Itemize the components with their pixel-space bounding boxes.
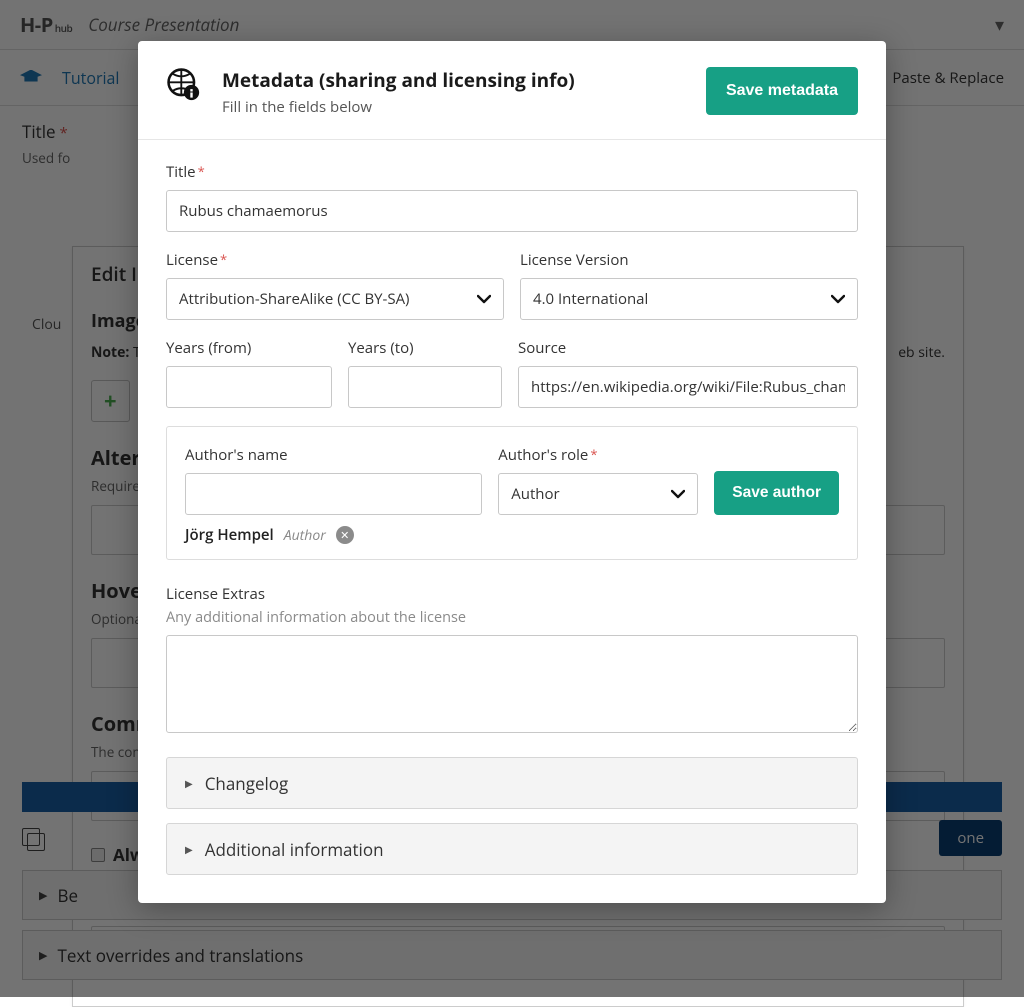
metadata-modal: Metadata (sharing and licensing info) Fi… [138, 41, 886, 903]
title-label-text: Title [166, 162, 196, 182]
author-role-select[interactable]: Author [498, 473, 698, 515]
chevron-down-icon [477, 294, 491, 304]
modal-header: Metadata (sharing and licensing info) Fi… [138, 41, 886, 140]
license-extras-hint: Any additional information about the lic… [166, 608, 858, 627]
author-chip-role: Author [284, 526, 326, 545]
additional-info-label: Additional information [205, 838, 384, 861]
license-label-text: License [166, 250, 218, 270]
source-label: Source [518, 338, 858, 358]
license-version-select[interactable]: 4.0 International [520, 278, 858, 320]
additional-info-accordion[interactable]: ▶ Additional information [166, 823, 858, 875]
author-name-label: Author's name [185, 445, 482, 465]
required-asterisk: * [590, 445, 597, 463]
modal-subtitle: Fill in the fields below [222, 97, 575, 117]
chevron-down-icon [671, 489, 685, 499]
author-chip-name: Jörg Hempel [185, 525, 274, 545]
modal-body: Title* License* Attribution-ShareAlike (… [138, 140, 886, 875]
license-label: License* [166, 250, 504, 270]
chevron-down-icon [831, 294, 845, 304]
metadata-title-input[interactable] [166, 190, 858, 232]
globe-info-icon [166, 67, 200, 101]
license-version-label: License Version [520, 250, 858, 270]
modal-title: Metadata (sharing and licensing info) [222, 67, 575, 93]
source-input[interactable] [518, 366, 858, 408]
author-section: Author's name Author's role* Author Save… [166, 426, 858, 560]
save-metadata-button[interactable]: Save metadata [706, 67, 858, 115]
years-from-label: Years (from) [166, 338, 332, 358]
required-asterisk: * [220, 250, 227, 268]
years-to-label: Years (to) [348, 338, 502, 358]
title-field-label: Title* [166, 162, 858, 182]
author-role-value: Author [511, 484, 559, 504]
remove-author-icon[interactable]: ✕ [336, 526, 354, 544]
license-select[interactable]: Attribution-ShareAlike (CC BY-SA) [166, 278, 504, 320]
license-extras-textarea[interactable] [166, 635, 858, 733]
save-author-button[interactable]: Save author [714, 471, 839, 515]
license-version-value: 4.0 International [533, 289, 648, 309]
license-extras-label: License Extras [166, 584, 858, 604]
license-value: Attribution-ShareAlike (CC BY-SA) [179, 289, 409, 309]
author-chip: Jörg Hempel Author ✕ [185, 525, 839, 545]
changelog-accordion[interactable]: ▶ Changelog [166, 757, 858, 809]
author-role-label-text: Author's role [498, 445, 588, 465]
required-asterisk: * [198, 162, 205, 180]
years-to-input[interactable] [348, 366, 502, 408]
author-role-label: Author's role* [498, 445, 698, 465]
years-from-input[interactable] [166, 366, 332, 408]
caret-right-icon: ▶ [185, 842, 193, 856]
author-name-input[interactable] [185, 473, 482, 515]
changelog-label: Changelog [205, 772, 289, 795]
caret-right-icon: ▶ [185, 776, 193, 790]
